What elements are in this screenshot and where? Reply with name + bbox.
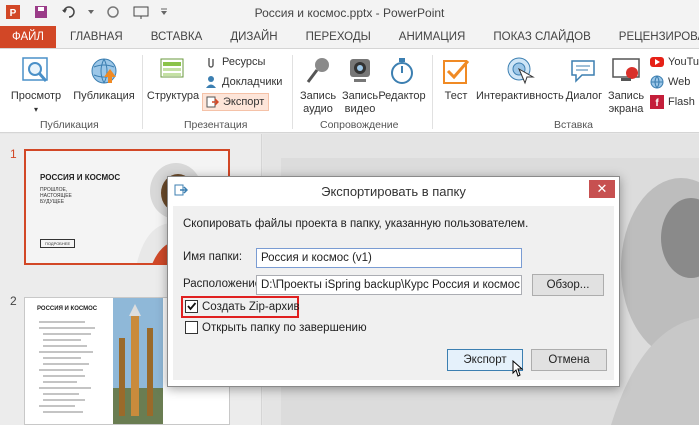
youtube-label: YouTu (668, 56, 699, 68)
tab-review[interactable]: РЕЦЕНЗИРОВАНИЕ (605, 26, 699, 48)
globe-publish-icon (88, 55, 120, 87)
group-separator (292, 55, 293, 129)
record-video-label-2: видео (344, 103, 376, 115)
record-audio-button[interactable]: Запись аудио (296, 55, 340, 116)
thumb1-more-button: ПОДРОБНЕЕ (40, 239, 76, 248)
checkbox-test-icon (440, 55, 472, 87)
preview-button[interactable]: Просмотр ▾ (8, 55, 64, 116)
microphone-icon (302, 55, 334, 87)
ribbon-tabs: ФАЙЛ ГЛАВНАЯ ВСТАВКА ДИЗАЙН ПЕРЕХОДЫ АНИ… (0, 26, 699, 48)
export-label: Экспорт (223, 96, 265, 108)
web-button[interactable]: Web (650, 73, 690, 91)
dialog-title: Экспортировать в папку (321, 184, 466, 199)
folder-name-input[interactable]: Россия и космос (v1) (256, 248, 522, 268)
resources-button[interactable]: Ресурсы (204, 53, 265, 71)
stopwatch-icon (386, 55, 418, 87)
tab-transitions[interactable]: ПЕРЕХОДЫ (292, 26, 385, 48)
paperclip-icon (204, 55, 218, 69)
slide-number-2: 2 (10, 294, 17, 308)
title-bar: P Россия и космос.pptx - PowerPoint (0, 0, 699, 26)
speakers-button[interactable]: Докладчики (204, 73, 282, 91)
zip-checkbox-box[interactable] (185, 300, 198, 313)
browse-button[interactable]: Обзор... (532, 274, 604, 296)
tab-slideshow[interactable]: ПОКАЗ СЛАЙДОВ (479, 26, 604, 48)
thumb1-line: БУДУЩЕЕ (40, 199, 65, 205)
location-input[interactable]: D:\Проекты iSpring backup\Курс Россия и … (256, 275, 522, 295)
dialog-label: Диалог (565, 90, 603, 102)
thumb1-title: РОССИЯ И КОСМОС (40, 173, 121, 182)
web-label: Web (668, 76, 691, 88)
flash-icon: f (650, 95, 664, 109)
record-video-button[interactable]: Запись видео (340, 55, 380, 116)
export-to-folder-dialog: Экспортировать в папку ✕ Скопировать фай… (167, 176, 620, 387)
slide-number-1: 1 (10, 147, 17, 161)
open-folder-checkbox-label: Открыть папку по завершению (202, 321, 367, 334)
flash-button[interactable]: f Flash (650, 93, 695, 111)
dialog-close-button[interactable]: ✕ (589, 180, 615, 198)
youtube-icon (650, 55, 664, 69)
webcam-icon (344, 55, 376, 87)
structure-icon (157, 55, 189, 87)
record-video-label-1: Запись (341, 90, 379, 102)
interactivity-label: Интерактивность (476, 90, 564, 102)
dialog-body: Скопировать файлы проекта в папку, указа… (173, 206, 614, 380)
interactivity-button[interactable]: Интерактивность (476, 55, 564, 103)
zip-checkbox-label: Создать Zip-архив (202, 300, 300, 313)
open-folder-checkbox[interactable]: Открыть папку по завершению (185, 321, 367, 334)
ribbon: Просмотр ▾ Публикация Публикация Структу… (0, 48, 699, 133)
screen-record-icon (610, 55, 642, 87)
dialog-title-bar: Экспортировать в папку ✕ (168, 177, 619, 205)
publish-label: Публикация (73, 90, 135, 102)
export-icon (205, 95, 220, 109)
group-label-insert: Вставка (554, 119, 594, 131)
record-audio-label-2: аудио (303, 103, 333, 115)
open-folder-checkbox-box[interactable] (185, 321, 198, 334)
tab-animation[interactable]: АНИМАЦИЯ (385, 26, 480, 48)
export-button[interactable]: Экспорт (202, 93, 270, 111)
resources-label: Ресурсы (222, 56, 266, 68)
tab-design[interactable]: ДИЗАЙН (216, 26, 291, 48)
publish-button[interactable]: Публикация (70, 55, 138, 103)
group-separator (432, 55, 433, 129)
structure-label: Структура (146, 90, 200, 102)
record-audio-label-1: Запись (299, 90, 337, 102)
create-zip-checkbox[interactable]: Создать Zip-архив (185, 300, 300, 313)
location-label: Расположение: (183, 278, 265, 290)
test-label: Тест (444, 90, 468, 102)
group-label-publication: Публикация (40, 119, 99, 131)
dialog-button[interactable]: Диалог (564, 55, 604, 103)
magnifier-icon (20, 55, 52, 87)
tab-file[interactable]: ФАЙЛ (0, 26, 56, 48)
record-screen-button[interactable]: Запись экрана (604, 55, 648, 116)
tab-insert[interactable]: ВСТАВКА (137, 26, 217, 48)
interactivity-icon (503, 55, 535, 87)
test-button[interactable]: Тест (436, 55, 476, 103)
youtube-button[interactable]: YouTu (650, 53, 699, 71)
speakers-label: Докладчики (222, 76, 283, 88)
speaker-person-icon (204, 75, 218, 89)
preview-label: Просмотр (10, 90, 62, 102)
editor-label: Редактор (378, 90, 426, 102)
folder-name-label: Имя папки: (183, 251, 243, 263)
web-globe-icon (650, 75, 664, 89)
mouse-cursor-icon (512, 360, 524, 377)
dialog-description: Скопировать файлы проекта в папку, указа… (183, 218, 529, 230)
cancel-button[interactable]: Отмена (531, 349, 607, 371)
group-label-presentation: Презентация (184, 119, 248, 131)
checkmark-icon (187, 302, 197, 311)
group-separator (142, 55, 143, 129)
record-screen-label-1: Запись (607, 90, 645, 102)
flash-label: Flash (668, 96, 695, 108)
group-label-accompaniment: Сопровождение (320, 119, 399, 131)
tab-home[interactable]: ГЛАВНАЯ (56, 26, 137, 48)
record-screen-label-2: экрана (608, 103, 644, 115)
editor-button[interactable]: Редактор (378, 55, 426, 103)
speech-bubble-icon (568, 55, 600, 87)
structure-button[interactable]: Структура (146, 55, 200, 103)
window-title: Россия и космос.pptx - PowerPoint (254, 6, 445, 20)
